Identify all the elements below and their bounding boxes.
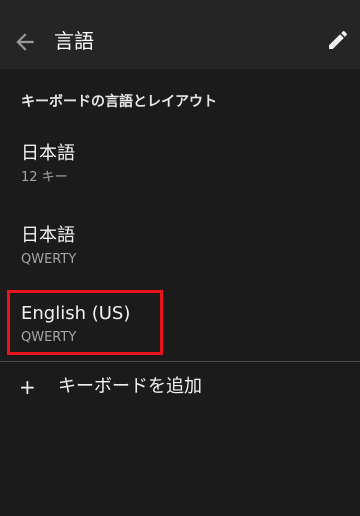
language-item-japanese-12key[interactable]: 日本語 12 キー	[0, 134, 360, 204]
back-button[interactable]	[12, 29, 38, 55]
section-header: キーボードの言語とレイアウト	[21, 94, 217, 110]
add-keyboard-label: キーボードを追加	[58, 376, 202, 397]
app-bar: 言語	[0, 0, 360, 69]
arrow-left-icon	[16, 33, 34, 51]
language-layout: QWERTY	[21, 330, 77, 345]
edit-button[interactable]	[326, 28, 350, 52]
language-layout: QWERTY	[21, 252, 77, 267]
language-name: English (US)	[21, 303, 131, 324]
language-layout: 12 キー	[21, 170, 68, 185]
page-title: 言語	[54, 29, 94, 53]
language-name: 日本語	[21, 143, 75, 164]
settings-screen: 言語 キーボードの言語とレイアウト 日本語 12 キー 日本語 QWERTY E…	[0, 0, 360, 516]
language-item-english-us[interactable]: English (US) QWERTY	[0, 294, 360, 364]
plus-icon: +	[19, 375, 36, 399]
pencil-icon	[329, 30, 348, 49]
language-item-japanese-qwerty[interactable]: 日本語 QWERTY	[0, 216, 360, 286]
language-name: 日本語	[21, 225, 75, 246]
add-keyboard-button[interactable]: + キーボードを追加	[0, 362, 360, 412]
